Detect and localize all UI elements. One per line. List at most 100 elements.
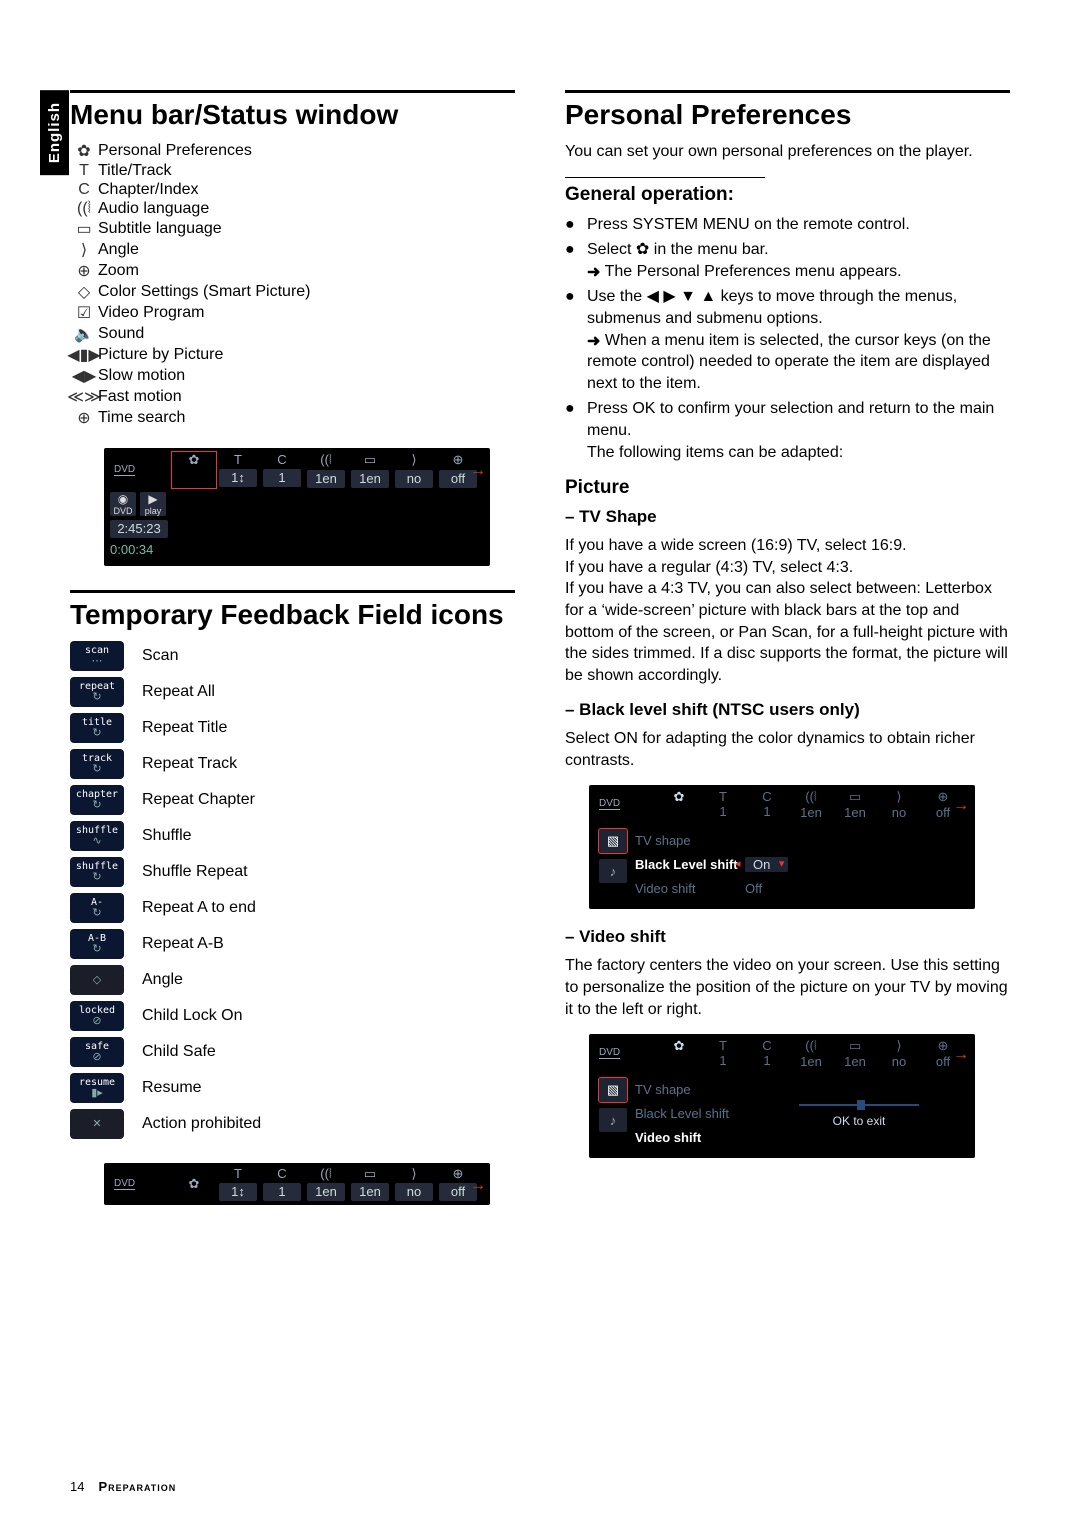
- feedback-item: resume▮▸ Resume: [70, 1073, 515, 1103]
- cell-icon: ▭: [364, 1167, 376, 1181]
- osd-option-row: TV shape: [635, 829, 788, 851]
- step-item: ●Use the ◀ ▶ ▼ ▲ keys to move through th…: [565, 286, 1010, 394]
- osd-option-value: On: [745, 857, 788, 872]
- menubar-cell: C1: [260, 1167, 304, 1201]
- feedback-item: track↻Repeat Track: [70, 749, 515, 779]
- osd-option-label: TV shape: [635, 833, 745, 848]
- menu-item-icon: ≪≫: [70, 387, 98, 407]
- menu-item-label: Color Settings (Smart Picture): [98, 283, 311, 301]
- cell-icon: ⊕: [453, 1167, 464, 1181]
- general-operation-steps: ●Press SYSTEM MENU on the remote control…: [565, 214, 1010, 464]
- feedback-chip: shuffle∿: [70, 821, 124, 851]
- cell-icon: ✿: [189, 452, 200, 468]
- cell-value: 1↕: [219, 469, 257, 487]
- menu-item-icon: ((⦚: [70, 200, 98, 218]
- menu-item: ▭Subtitle language: [70, 219, 515, 239]
- feedback-chip: resume▮▸: [70, 1073, 124, 1103]
- cell-value: 1: [748, 1053, 786, 1068]
- cell-value: 1en: [351, 470, 389, 488]
- osd-option-label: Video shift: [635, 1130, 745, 1145]
- feedback-label: Repeat A-B: [142, 935, 224, 953]
- cell-value: 1: [263, 1183, 301, 1201]
- ok-to-exit-label: OK to exit: [833, 1114, 886, 1128]
- sound-tab-icon: ♪: [599, 1108, 627, 1132]
- cell-icon: T: [234, 1167, 242, 1181]
- menubar-cell: ⟩no: [392, 1167, 436, 1201]
- cell-icon: ✿: [674, 1038, 685, 1054]
- cell-value: 1en: [792, 1054, 830, 1069]
- menu-item-icon: ◀▶: [70, 366, 98, 386]
- cell-icon: ⟩: [411, 1167, 416, 1181]
- feedback-item: ◇Angle: [70, 965, 515, 995]
- feedback-chip: locked⊘: [70, 1001, 124, 1031]
- cell-icon: T: [234, 452, 242, 467]
- menu-item-icon: C: [70, 181, 98, 199]
- cell-value: 1↕: [219, 1183, 257, 1201]
- step-item: ●Press SYSTEM MENU on the remote control…: [565, 214, 1010, 236]
- feedback-icon-list: scan⋯Scanrepeat↻Repeat Alltitle↻Repeat T…: [70, 641, 515, 1139]
- feedback-label: Shuffle: [142, 827, 192, 845]
- step-item: ●Press OK to confirm your selection and …: [565, 398, 1010, 463]
- cell-value: 1en: [836, 1054, 874, 1069]
- menu-item-icon: ✿: [70, 141, 98, 161]
- menu-item-label: Sound: [98, 325, 144, 343]
- menubar-cell: ▭ 1en: [348, 1167, 392, 1201]
- heading-black-level-shift: – Black level shift (NTSC users only): [565, 700, 1010, 720]
- heading-video-shift: – Video shift: [565, 927, 1010, 947]
- feedback-item: title↻Repeat Title: [70, 713, 515, 743]
- cell-icon: ((⦚: [320, 1167, 331, 1181]
- feedback-label: Shuffle Repeat: [142, 863, 248, 881]
- feedback-label: Repeat All: [142, 683, 215, 701]
- cell-icon: ⟩: [896, 1038, 901, 1054]
- page-number: 14: [70, 1479, 84, 1494]
- menu-item-label: Slow motion: [98, 367, 185, 385]
- cell-value: 1en: [351, 1183, 389, 1201]
- feedback-label: Repeat Chapter: [142, 791, 255, 809]
- osd-option-row: TV shape: [635, 1078, 745, 1100]
- disc-label: DVD: [114, 1178, 135, 1190]
- feedback-item: locked⊘Child Lock On: [70, 1001, 515, 1031]
- cell-icon: ⊕: [453, 452, 464, 468]
- menubar-cell: T1: [701, 789, 745, 820]
- arrow-right-icon: →: [470, 1177, 486, 1195]
- menu-item: ≪≫Fast motion: [70, 387, 515, 407]
- cell-icon: C: [762, 789, 771, 804]
- menu-item-label: Video Program: [98, 304, 204, 322]
- menu-item: ⊕Zoom: [70, 261, 515, 281]
- cell-value: 1en: [307, 470, 345, 488]
- cell-value: 1: [748, 804, 786, 819]
- osd-option-row: Black Level shift: [635, 1102, 745, 1124]
- cell-icon: ⟩: [411, 452, 416, 468]
- language-tab: English: [40, 90, 69, 175]
- cell-icon: ⊕: [938, 789, 949, 805]
- menubar-cell: ((⦚1en: [304, 452, 348, 488]
- cell-icon: C: [277, 1167, 286, 1181]
- menubar-cell: ✿: [657, 1038, 701, 1069]
- disc-label: DVD: [599, 798, 620, 810]
- menu-item: 🔈Sound: [70, 324, 515, 344]
- page-footer: 14 Preparation: [70, 1479, 176, 1494]
- menu-item-icon: ◀▮▶: [70, 345, 98, 365]
- menubar-cell: ⟩ no: [392, 452, 436, 488]
- cell-value: 1en: [792, 805, 830, 820]
- arrow-right-icon: →: [470, 462, 486, 480]
- play-chip: ▶ play: [140, 492, 166, 516]
- feedback-label: Resume: [142, 1079, 202, 1097]
- menubar-cell: T 1↕: [216, 452, 260, 488]
- menubar-cell: C1: [745, 789, 789, 820]
- cell-value: no: [395, 470, 433, 488]
- menubar-cell: ((⦚1en: [304, 1167, 348, 1201]
- menu-item: ✿Personal Preferences: [70, 141, 515, 161]
- menu-item: ((⦚Audio language: [70, 200, 515, 218]
- cell-value: no: [880, 1054, 918, 1069]
- menu-item-icon: T: [70, 162, 98, 180]
- step-item: ●Select ✿ in the menu bar.➜ The Personal…: [565, 239, 1010, 282]
- feedback-item: repeat↻Repeat All: [70, 677, 515, 707]
- feedback-chip: A-B↻: [70, 929, 124, 959]
- feedback-label: Scan: [142, 647, 178, 665]
- menu-item-label: Angle: [98, 241, 139, 259]
- feedback-label: Repeat Track: [142, 755, 237, 773]
- video-shift-slider: [799, 1104, 919, 1106]
- total-time: 0:00:34: [110, 542, 153, 557]
- cell-icon: ⊕: [938, 1038, 949, 1054]
